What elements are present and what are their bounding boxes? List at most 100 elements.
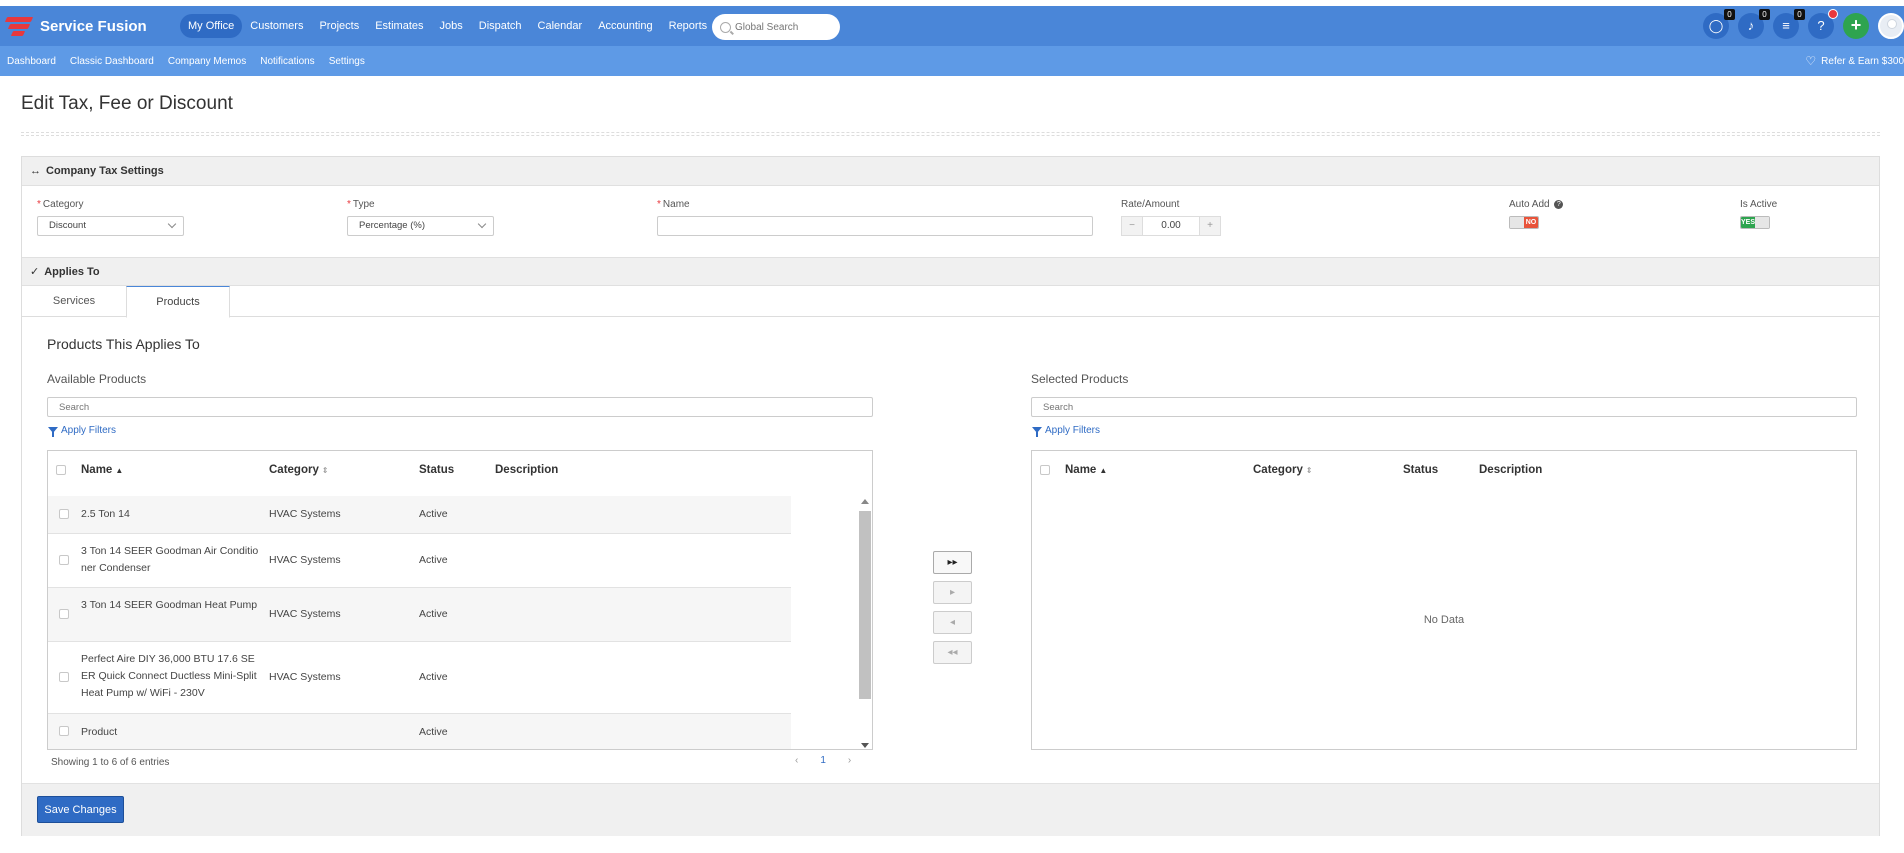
- collapse-arrows-icon: ↔: [30, 165, 41, 177]
- prev-page-icon[interactable]: ‹: [795, 755, 798, 766]
- col-name[interactable]: Name ▲: [81, 464, 123, 476]
- title-divider: [21, 132, 1880, 136]
- nav-reports[interactable]: Reports: [661, 14, 716, 38]
- company-tax-settings-title: Company Tax Settings: [46, 165, 164, 177]
- col-description: Description: [495, 464, 559, 476]
- help-circle-icon[interactable]: ?: [1554, 199, 1564, 209]
- is-active-value: YES: [1741, 217, 1756, 228]
- category-label: Category: [42, 199, 84, 210]
- bell-icon[interactable]: ♪ 0: [1738, 9, 1770, 39]
- applies-to-header[interactable]: ✓ Applies To: [22, 257, 1879, 286]
- col-status: Status: [419, 464, 455, 476]
- selected-search-input[interactable]: [1031, 397, 1857, 417]
- tab-products[interactable]: Products: [126, 286, 230, 318]
- nav-estimates[interactable]: Estimates: [367, 14, 431, 38]
- list-icon[interactable]: ≡ 0: [1773, 9, 1805, 39]
- select-all-checkbox[interactable]: [56, 465, 66, 475]
- products-applies-title: Products This Applies To: [47, 336, 200, 352]
- selected-apply-filters[interactable]: Apply Filters: [1032, 425, 1100, 437]
- row-checkbox[interactable]: [59, 726, 69, 736]
- is-active-field: Is Active YES: [1740, 199, 1777, 229]
- available-search-input[interactable]: [47, 397, 873, 417]
- nav-calendar[interactable]: Calendar: [530, 14, 591, 38]
- table-row[interactable]: 3 Ton 14 SEER Goodman Air Conditioner Co…: [48, 534, 791, 588]
- nav-dispatch[interactable]: Dispatch: [471, 14, 530, 38]
- subnav-notifications[interactable]: Notifications: [253, 56, 321, 67]
- subnav-classic-dashboard[interactable]: Classic Dashboard: [63, 56, 161, 67]
- rate-increment-button[interactable]: +: [1199, 216, 1221, 236]
- company-tax-settings-header[interactable]: ↔ Company Tax Settings: [22, 157, 1879, 186]
- tab-services[interactable]: Services: [22, 286, 126, 317]
- scroll-up-icon[interactable]: [861, 499, 869, 504]
- nav-jobs[interactable]: Jobs: [432, 14, 471, 38]
- table-scrollbar[interactable]: [859, 497, 871, 749]
- subnav-settings[interactable]: Settings: [322, 56, 372, 67]
- user-avatar-icon[interactable]: [1878, 13, 1904, 39]
- nav-my-office[interactable]: My Office: [180, 14, 243, 38]
- move-all-left-button[interactable]: ◂◂: [933, 641, 972, 664]
- type-select[interactable]: Percentage (%): [347, 216, 494, 236]
- check-icon: ✓: [30, 266, 40, 278]
- global-search-input[interactable]: [735, 21, 831, 33]
- row-checkbox[interactable]: [59, 672, 69, 682]
- col-category[interactable]: Category ⇕: [1253, 464, 1313, 476]
- move-left-button[interactable]: ◂: [933, 611, 972, 634]
- chat-count-badge: 0: [1724, 9, 1735, 20]
- available-filters-label: Apply Filters: [61, 425, 117, 436]
- rate-stepper: − 0.00 +: [1121, 216, 1221, 236]
- nav-projects[interactable]: Projects: [311, 14, 367, 38]
- product-category: HVAC Systems: [269, 508, 341, 520]
- row-checkbox[interactable]: [59, 609, 69, 619]
- subnav-dashboard[interactable]: Dashboard: [0, 56, 63, 67]
- top-navbar: Service Fusion My Office Customers Proje…: [0, 6, 1904, 46]
- nav-accounting[interactable]: Accounting: [590, 14, 660, 38]
- nav-customers[interactable]: Customers: [242, 14, 311, 38]
- save-changes-button[interactable]: Save Changes: [37, 796, 124, 823]
- search-icon: [720, 21, 731, 33]
- refer-link[interactable]: ♡ Refer & Earn $300: [1805, 46, 1904, 76]
- plus-glyph: +: [1850, 15, 1862, 35]
- table-row[interactable]: 2.5 Ton 14 HVAC Systems Active: [48, 496, 791, 534]
- table-row[interactable]: Product Active: [48, 714, 791, 749]
- sort-asc-icon: ▲: [115, 466, 124, 475]
- auto-add-toggle[interactable]: NO: [1509, 216, 1539, 229]
- page-number[interactable]: 1: [820, 755, 826, 766]
- table-row[interactable]: 3 Ton 14 SEER Goodman Heat Pump HVAC Sys…: [48, 588, 791, 642]
- chevron-down-icon: [167, 219, 177, 229]
- subnav-company-memos[interactable]: Company Memos: [161, 56, 253, 67]
- product-status: Active: [419, 671, 448, 683]
- row-checkbox[interactable]: [59, 509, 69, 519]
- help-glyph: ?: [1817, 18, 1825, 33]
- rate-decrement-button[interactable]: −: [1121, 216, 1143, 236]
- category-select[interactable]: Discount: [37, 216, 184, 236]
- table-row[interactable]: Perfect Aire DIY 36,000 BTU 17.6 SEER Qu…: [48, 642, 791, 714]
- col-category[interactable]: Category ⇕: [269, 464, 329, 476]
- rate-input[interactable]: 0.00: [1143, 216, 1199, 236]
- move-all-right-button[interactable]: ▸▸: [933, 551, 972, 574]
- sort-icon: ⇕: [321, 466, 329, 475]
- next-page-icon[interactable]: ›: [848, 755, 851, 766]
- scroll-thumb[interactable]: [859, 511, 871, 699]
- service-fusion-logo[interactable]: Service Fusion: [4, 14, 147, 38]
- available-apply-filters[interactable]: Apply Filters: [48, 425, 117, 437]
- select-all-checkbox[interactable]: [1040, 465, 1050, 475]
- category-field: * Category Discount: [37, 199, 184, 236]
- selected-products-title: Selected Products: [1031, 372, 1129, 386]
- product-name: 2.5 Ton 14: [81, 508, 130, 520]
- filter-icon: [1032, 426, 1042, 437]
- is-active-toggle[interactable]: YES: [1740, 216, 1770, 229]
- col-name[interactable]: Name ▲: [1065, 464, 1107, 476]
- is-active-label: Is Active: [1740, 199, 1778, 210]
- name-input[interactable]: [657, 216, 1093, 236]
- page-title: Edit Tax, Fee or Discount: [21, 93, 233, 114]
- help-icon[interactable]: ?: [1808, 9, 1838, 39]
- available-products-title: Available Products: [47, 372, 147, 386]
- scroll-down-icon[interactable]: [861, 743, 869, 748]
- chat-icon[interactable]: ◯ 0: [1703, 9, 1735, 39]
- filter-icon: [48, 426, 58, 437]
- move-right-button[interactable]: ▸: [933, 581, 972, 604]
- row-checkbox[interactable]: [59, 555, 69, 565]
- add-icon[interactable]: +: [1843, 13, 1869, 39]
- global-search: [712, 14, 840, 40]
- selected-table-header: Name ▲ Category ⇕ Status Description: [1032, 451, 1856, 491]
